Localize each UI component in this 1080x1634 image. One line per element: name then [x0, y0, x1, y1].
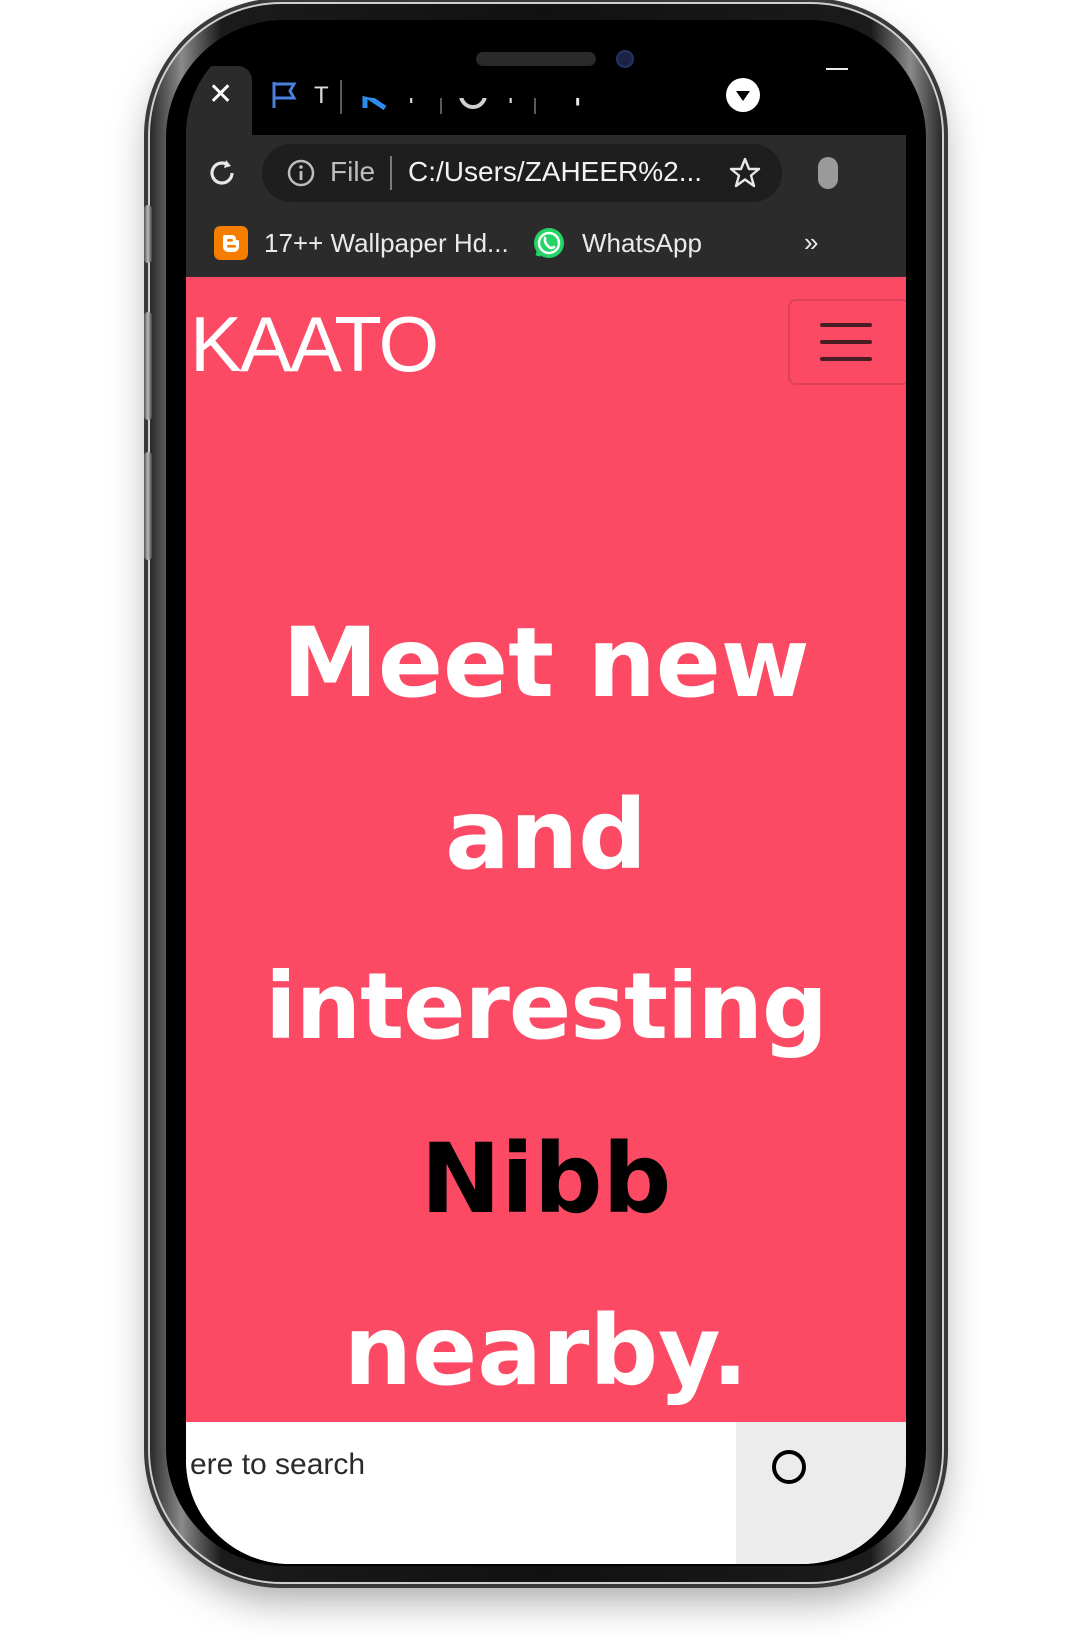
volume-up-button	[144, 205, 152, 263]
flag-icon	[272, 82, 297, 108]
menu-bar-icon	[820, 323, 872, 327]
cortana-icon[interactable]	[772, 1450, 806, 1484]
extension-icon[interactable]	[818, 157, 838, 189]
close-tab-icon[interactable]: ✕	[208, 80, 233, 110]
url-text[interactable]: C:/Users/ZAHEER%2...	[408, 156, 702, 188]
more-bookmarks-button[interactable]: »	[804, 227, 818, 258]
bookmark-whatsapp[interactable]: WhatsApp	[532, 225, 702, 261]
bookmark-label: 17++ Wallpaper Hd...	[264, 227, 509, 258]
hero-accent-word: Nibb	[420, 1123, 672, 1235]
phone-screen: ✕ T f i +	[186, 30, 906, 1564]
windows-taskbar: ere to search	[186, 1422, 906, 1564]
phone-notch	[336, 30, 716, 98]
info-icon[interactable]	[286, 158, 316, 188]
website-page: KAATO Meet new and interesting Nibb near…	[186, 277, 906, 1422]
volume-down-button	[144, 312, 152, 420]
hero-line: and	[445, 779, 647, 891]
tab-label[interactable]: T	[314, 82, 329, 110]
hero-heading: Meet new and interesting Nibb nearby.	[186, 577, 906, 1437]
hero-line: nearby.	[343, 1295, 749, 1407]
blogger-icon	[214, 226, 248, 260]
hero-line: Meet new	[282, 607, 810, 719]
menu-bar-icon	[820, 357, 872, 361]
front-camera	[616, 50, 634, 68]
earpiece-speaker	[476, 52, 596, 66]
tab-strip: ✕ T f i +	[186, 30, 906, 135]
reload-icon[interactable]	[204, 155, 240, 191]
tab-search-icon[interactable]	[726, 78, 760, 112]
browser-toolbar: File C:/Users/ZAHEER%2...	[186, 135, 906, 211]
mute-button	[144, 452, 152, 560]
tab-separator	[340, 80, 342, 114]
taskbar-search-placeholder: ere to search	[190, 1448, 366, 1481]
menu-bar-icon	[820, 340, 872, 344]
phone-mockup: ✕ T f i +	[0, 0, 1080, 1634]
site-logo[interactable]: KAATO	[190, 299, 439, 390]
bookmarks-bar: 17++ Wallpaper Hd... WhatsApp »	[186, 211, 906, 277]
omnibox-divider	[390, 156, 392, 190]
bookmark-label: WhatsApp	[582, 227, 702, 258]
menu-toggle-button[interactable]	[788, 299, 906, 385]
scheme-label: File	[330, 156, 376, 187]
minimize-icon[interactable]	[826, 68, 848, 70]
whatsapp-icon	[534, 228, 564, 258]
bookmark-star-icon[interactable]	[728, 156, 762, 190]
taskbar-tray	[736, 1422, 906, 1564]
taskbar-search-box[interactable]: ere to search	[186, 1422, 736, 1564]
bookmark-wallpaper[interactable]: 17++ Wallpaper Hd...	[214, 225, 509, 261]
hero-line: interesting	[265, 953, 828, 1060]
address-bar[interactable]: File C:/Users/ZAHEER%2...	[262, 144, 782, 202]
